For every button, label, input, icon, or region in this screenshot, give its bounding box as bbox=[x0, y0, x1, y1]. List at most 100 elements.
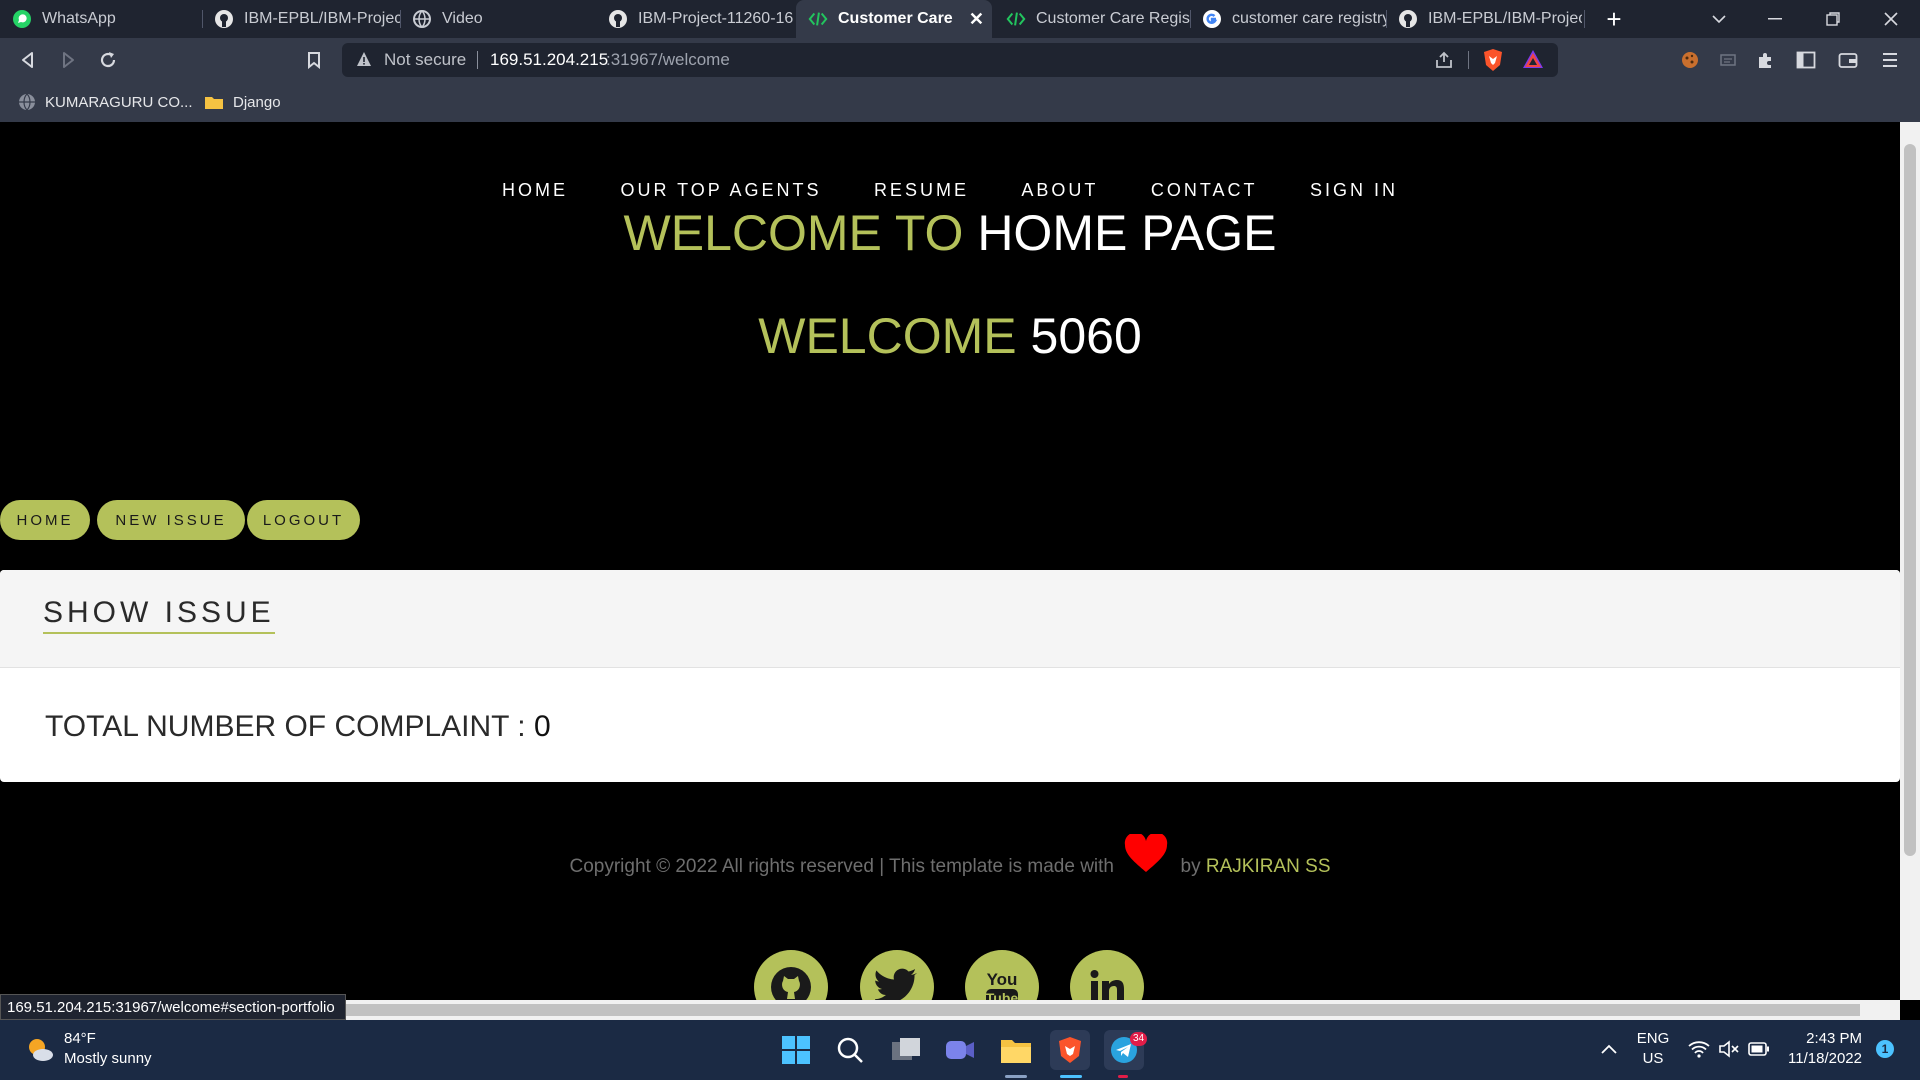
windows-taskbar: 84°F Mostly sunny 34 ENG US 2:43 PM 11/1… bbox=[0, 1020, 1920, 1080]
show-issue-title[interactable]: SHOW ISSUE bbox=[43, 596, 275, 634]
brave-shield-icon[interactable] bbox=[1482, 48, 1504, 77]
tab-ibm-project-2[interactable]: IBM-Project-11260-16 bbox=[596, 0, 794, 38]
vertical-scrollbar[interactable] bbox=[1900, 122, 1920, 1000]
complaint-label: TOTAL NUMBER OF COMPLAINT : bbox=[45, 710, 534, 743]
volume-muted-icon[interactable] bbox=[1718, 1040, 1740, 1063]
youtube-icon[interactable]: You Tube bbox=[965, 950, 1039, 1000]
home-button[interactable]: HOME bbox=[0, 500, 90, 540]
restore-icon[interactable] bbox=[1804, 0, 1862, 38]
close-tab-icon[interactable]: ✕ bbox=[969, 9, 984, 30]
close-window-icon[interactable] bbox=[1862, 0, 1920, 38]
footer-author[interactable]: RAJKIRAN SS bbox=[1206, 856, 1331, 877]
globe-icon bbox=[18, 93, 36, 111]
running-indicator bbox=[1005, 1075, 1027, 1078]
github-icon[interactable] bbox=[754, 950, 828, 1000]
complaint-count: TOTAL NUMBER OF COMPLAINT : 0 bbox=[45, 710, 551, 744]
github-icon bbox=[1398, 9, 1418, 29]
clock-time[interactable]: 2:43 PM bbox=[1782, 1030, 1862, 1047]
address-bar[interactable]: Not secure 169.51.204.215 :31967/welcome bbox=[342, 43, 1558, 77]
clock-date[interactable]: 11/18/2022 bbox=[1782, 1050, 1862, 1067]
web-page: HOME OUR TOP AGENTS RESUME ABOUT CONTACT… bbox=[0, 122, 1900, 1000]
tab-ibm-project-3[interactable]: IBM-EPBL/IBM-Project bbox=[1386, 0, 1582, 38]
github-icon bbox=[608, 9, 628, 29]
bookmarks-bar: KUMARAGURU CO... Django bbox=[0, 82, 1920, 122]
code-icon bbox=[808, 9, 828, 29]
minimize-icon[interactable] bbox=[1746, 0, 1804, 38]
task-view-icon[interactable] bbox=[886, 1030, 926, 1070]
main-nav: HOME OUR TOP AGENTS RESUME ABOUT CONTACT… bbox=[0, 180, 1900, 201]
footer: Copyright © 2022 All rights reserved | T… bbox=[0, 832, 1900, 880]
file-explorer-icon[interactable] bbox=[996, 1030, 1036, 1070]
nav-resume[interactable]: RESUME bbox=[874, 180, 969, 201]
tab-google-search[interactable]: customer care registry bbox=[1190, 0, 1386, 38]
address-divider bbox=[1468, 51, 1469, 69]
sidebar-icon[interactable] bbox=[1792, 46, 1820, 74]
google-icon bbox=[1202, 9, 1222, 29]
notification-badge[interactable]: 1 bbox=[1876, 1040, 1894, 1058]
warning-icon[interactable] bbox=[356, 51, 372, 72]
welcome-heading: WELCOME TO HOME PAGE bbox=[623, 205, 1277, 261]
wifi-icon[interactable] bbox=[1688, 1040, 1710, 1063]
tab-video[interactable]: Video bbox=[400, 0, 596, 38]
footer-by: by bbox=[1180, 856, 1201, 878]
wallet-icon[interactable] bbox=[1834, 46, 1862, 74]
tab-whatsapp[interactable]: WhatsApp bbox=[0, 0, 202, 38]
not-secure-label[interactable]: Not secure bbox=[384, 50, 466, 70]
region-code[interactable]: US bbox=[1636, 1050, 1670, 1067]
link-status-bar: 169.51.204.215:31967/welcome#section-por… bbox=[0, 994, 346, 1020]
puzzle-icon[interactable] bbox=[1752, 46, 1780, 74]
heart-icon bbox=[1123, 832, 1169, 880]
extension-icon[interactable] bbox=[1714, 46, 1742, 74]
share-icon[interactable] bbox=[1434, 50, 1454, 75]
nav-about[interactable]: ABOUT bbox=[1021, 180, 1098, 201]
menu-icon[interactable] bbox=[1876, 46, 1904, 74]
bookmark-django[interactable]: Django bbox=[204, 82, 281, 122]
reload-icon[interactable] bbox=[94, 46, 122, 74]
brave-browser-icon[interactable] bbox=[1050, 1030, 1090, 1070]
language-code[interactable]: ENG bbox=[1636, 1030, 1670, 1047]
active-indicator bbox=[1060, 1075, 1082, 1078]
new-issue-button[interactable]: NEW ISSUE bbox=[97, 500, 245, 540]
nav-contact[interactable]: CONTACT bbox=[1151, 180, 1258, 201]
forward-icon[interactable] bbox=[54, 46, 82, 74]
cookie-extension-icon[interactable] bbox=[1676, 46, 1704, 74]
bookmark-kumaraguru[interactable]: KUMARAGURU CO... bbox=[18, 82, 193, 122]
nav-top-agents[interactable]: OUR TOP AGENTS bbox=[620, 180, 821, 201]
globe-icon bbox=[412, 9, 432, 29]
bookmark-icon[interactable] bbox=[300, 46, 328, 74]
copyright-text: Copyright © 2022 All rights reserved | T… bbox=[569, 856, 1114, 878]
start-icon[interactable] bbox=[776, 1030, 816, 1070]
nav-home[interactable]: HOME bbox=[502, 180, 568, 201]
weather-icon[interactable] bbox=[24, 1034, 56, 1071]
battery-icon[interactable] bbox=[1748, 1042, 1770, 1061]
logout-button[interactable]: LOGOUT bbox=[247, 500, 360, 540]
svg-text:You: You bbox=[987, 970, 1018, 989]
weather-temp[interactable]: 84°F bbox=[64, 1030, 96, 1047]
back-icon[interactable] bbox=[14, 46, 42, 74]
new-tab-button[interactable]: + bbox=[1585, 0, 1643, 38]
svg-text:Tube: Tube bbox=[986, 990, 1019, 1000]
tab-search-icon[interactable] bbox=[1690, 0, 1748, 38]
tab-ibm-project-1[interactable]: IBM-EPBL/IBM-Project bbox=[202, 0, 400, 38]
tab-customer-care-active[interactable]: Customer Care Re ✕ bbox=[796, 0, 992, 38]
vertical-scroll-thumb[interactable] bbox=[1904, 144, 1916, 856]
chevron-up-icon[interactable] bbox=[1600, 1042, 1618, 1060]
url-host[interactable]: 169.51.204.215 bbox=[490, 50, 608, 70]
nav-sign-in[interactable]: SIGN IN bbox=[1310, 180, 1398, 201]
whatsapp-icon bbox=[12, 9, 32, 29]
brave-rewards-icon[interactable] bbox=[1522, 49, 1544, 74]
url-divider bbox=[477, 51, 478, 69]
teams-chat-icon[interactable] bbox=[940, 1030, 980, 1070]
url-path[interactable]: :31967/welcome bbox=[606, 50, 730, 70]
search-icon[interactable] bbox=[830, 1030, 870, 1070]
tab-customer-care-registry[interactable]: Customer Care Registr bbox=[994, 0, 1190, 38]
issue-card: SHOW ISSUE TOTAL NUMBER OF COMPLAINT : 0 bbox=[0, 570, 1900, 782]
linkedin-icon[interactable] bbox=[1070, 950, 1144, 1000]
card-header: SHOW ISSUE bbox=[0, 570, 1900, 668]
telegram-badge: 34 bbox=[1130, 1032, 1148, 1046]
welcome-user-heading: WELCOME 5060 bbox=[758, 308, 1142, 364]
attention-indicator bbox=[1118, 1075, 1128, 1078]
weather-desc[interactable]: Mostly sunny bbox=[64, 1050, 152, 1067]
twitter-icon[interactable] bbox=[860, 950, 934, 1000]
complaint-value: 0 bbox=[533, 710, 551, 743]
